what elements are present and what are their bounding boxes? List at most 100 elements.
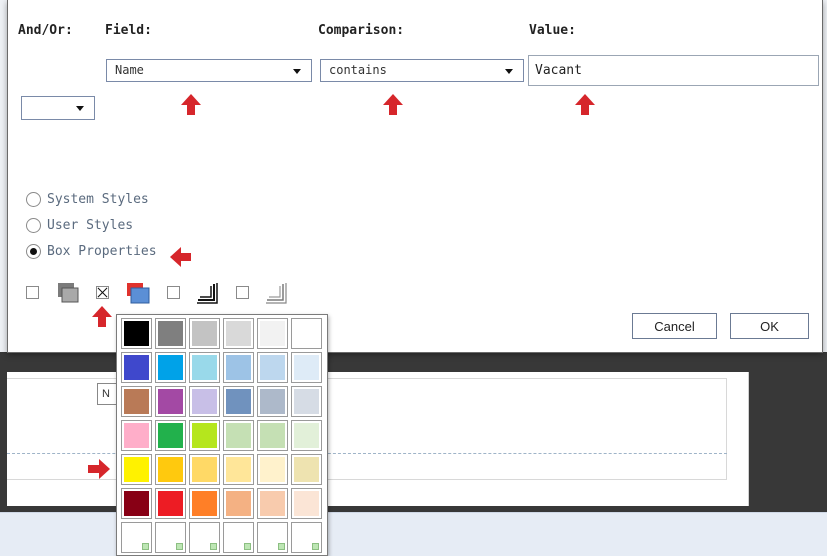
swatch-fill (260, 423, 285, 448)
cancel-button[interactable]: Cancel (632, 313, 717, 339)
swatch-fill (192, 491, 217, 516)
color-swatch[interactable] (155, 488, 186, 519)
border-solid-checkbox[interactable] (167, 286, 180, 299)
swatch-fill (124, 525, 149, 550)
swatch-fill (124, 457, 149, 482)
fill-color-icon[interactable] (126, 282, 150, 304)
color-swatch[interactable] (121, 454, 152, 485)
background-dashed-line (7, 453, 727, 454)
color-swatch[interactable] (291, 386, 322, 417)
color-swatch[interactable] (223, 386, 254, 417)
comparison-select[interactable]: contains (320, 59, 524, 82)
color-swatch[interactable] (257, 454, 288, 485)
color-swatch[interactable] (223, 454, 254, 485)
chevron-down-icon (293, 69, 301, 74)
swatch-fill (158, 491, 183, 516)
swatch-fill (260, 525, 285, 550)
color-swatch[interactable] (223, 420, 254, 451)
radio-system-styles[interactable]: System Styles (26, 190, 149, 208)
palette-row (121, 522, 327, 556)
color-swatch[interactable] (189, 352, 220, 383)
color-swatch[interactable] (291, 454, 322, 485)
and-or-select[interactable] (21, 96, 95, 120)
swatch-fill (226, 321, 251, 346)
fill-color-checkbox[interactable] (96, 286, 109, 299)
value-input[interactable]: Vacant (528, 55, 819, 86)
swatch-fill (124, 355, 149, 380)
radio-label: Box Properties (47, 243, 157, 259)
swatch-fill (124, 491, 149, 516)
color-swatch[interactable] (257, 318, 288, 349)
red-arrow-annotation (170, 247, 192, 267)
red-arrow-annotation (92, 306, 112, 328)
color-swatch[interactable] (155, 352, 186, 383)
color-swatch[interactable] (189, 454, 220, 485)
swatch-fill (260, 491, 285, 516)
swatch-fill (158, 457, 183, 482)
swatch-fill (158, 321, 183, 346)
color-swatch[interactable] (223, 318, 254, 349)
radio-button[interactable] (26, 217, 41, 233)
color-swatch[interactable] (291, 318, 322, 349)
color-swatch[interactable] (291, 352, 322, 383)
comparison-header: Comparison: (318, 23, 405, 38)
chevron-down-icon (76, 106, 84, 111)
color-swatch[interactable] (155, 420, 186, 451)
color-swatch[interactable] (257, 352, 288, 383)
color-swatch[interactable] (189, 488, 220, 519)
radio-button[interactable] (26, 243, 41, 259)
swatch-fill (226, 355, 251, 380)
custom-color-swatch[interactable] (155, 522, 186, 553)
color-swatch[interactable] (121, 352, 152, 383)
shadow-checkbox[interactable] (26, 286, 39, 299)
color-swatch[interactable] (189, 420, 220, 451)
radio-label: System Styles (47, 191, 149, 207)
border-light-icon[interactable] (265, 282, 287, 304)
color-swatch[interactable] (155, 386, 186, 417)
swatch-fill (294, 525, 319, 550)
color-swatch[interactable] (189, 318, 220, 349)
color-swatch[interactable] (257, 488, 288, 519)
color-swatch[interactable] (189, 386, 220, 417)
custom-color-swatch[interactable] (121, 522, 152, 553)
radio-button[interactable] (26, 191, 41, 207)
swatch-fill (124, 389, 149, 414)
custom-color-swatch[interactable] (257, 522, 288, 553)
color-swatch[interactable] (223, 352, 254, 383)
color-swatch[interactable] (121, 420, 152, 451)
color-swatch[interactable] (121, 488, 152, 519)
swatch-fill (294, 355, 319, 380)
swatch-fill (226, 525, 251, 550)
palette-row (121, 420, 327, 454)
color-swatch[interactable] (257, 386, 288, 417)
swatch-fill (192, 457, 217, 482)
ok-button[interactable]: OK (730, 313, 809, 339)
and-or-header: And/Or: (18, 23, 73, 38)
filter-dialog: And/Or: Field: Comparison: Value: Name c… (7, 0, 823, 353)
color-swatch[interactable] (291, 420, 322, 451)
swatch-fill (226, 423, 251, 448)
custom-color-swatch[interactable] (223, 522, 254, 553)
border-solid-icon[interactable] (196, 282, 218, 304)
color-swatch[interactable] (291, 488, 322, 519)
radio-box-properties[interactable]: Box Properties (26, 242, 157, 260)
comparison-select-value: contains (329, 63, 387, 77)
custom-color-swatch[interactable] (189, 522, 220, 553)
custom-color-swatch[interactable] (291, 522, 322, 553)
swatch-fill (294, 389, 319, 414)
color-swatch[interactable] (155, 318, 186, 349)
color-swatch[interactable] (223, 488, 254, 519)
swatch-fill (192, 525, 217, 550)
swatch-fill (158, 389, 183, 414)
value-header: Value: (529, 23, 576, 38)
field-select[interactable]: Name (106, 59, 312, 82)
swatch-fill (226, 457, 251, 482)
border-light-checkbox[interactable] (236, 286, 249, 299)
swatch-fill (192, 355, 217, 380)
color-swatch[interactable] (121, 386, 152, 417)
color-swatch[interactable] (121, 318, 152, 349)
radio-user-styles[interactable]: User Styles (26, 216, 133, 234)
color-swatch[interactable] (257, 420, 288, 451)
color-swatch[interactable] (155, 454, 186, 485)
shadow-icon[interactable] (57, 282, 79, 304)
